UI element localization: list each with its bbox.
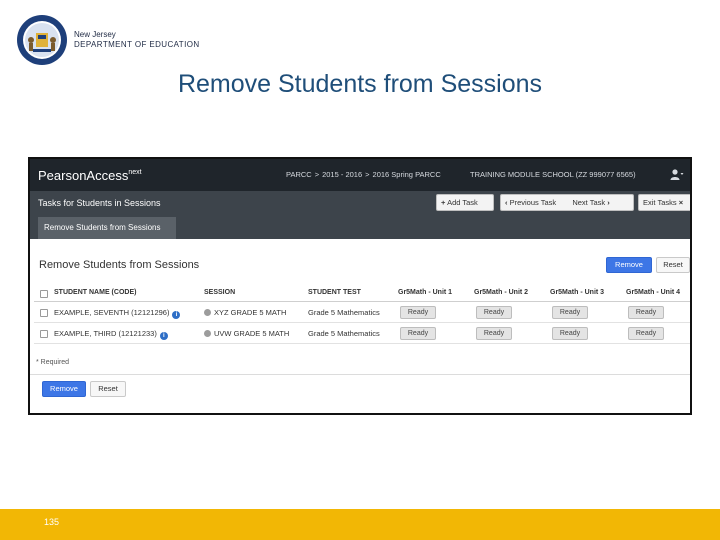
student-test-cell: Grade 5 Mathematics [308, 308, 380, 317]
unit-status-badge: Ready [552, 327, 588, 340]
org-state: New Jersey [74, 30, 116, 39]
chevron-right-icon: › [607, 198, 610, 207]
app-logo-sup: next [128, 168, 142, 176]
required-note: * Required [36, 359, 70, 366]
breadcrumb-separator: > [314, 170, 320, 179]
task-nav-group: ‹ Previous Task Next Task › [500, 194, 634, 211]
unit-status-badge: Ready [476, 327, 512, 340]
divider [30, 374, 690, 375]
tab-remove-students[interactable]: Remove Students from Sessions [38, 217, 176, 239]
add-task-button[interactable]: + Add Task [436, 194, 494, 211]
exit-tasks-label: Exit Tasks [643, 198, 677, 207]
session-cell: XYZ GRADE 5 MATH [204, 308, 286, 317]
session-cell: UVW GRADE 5 MATH [204, 329, 289, 338]
next-task-label: Next Task [572, 198, 606, 207]
app-screenshot: PearsonAccessnext PARCC >2015 - 2016 >2016… [28, 157, 692, 415]
nj-seal-logo [17, 15, 67, 65]
breadcrumb-item[interactable]: 2015 - 2016 [322, 170, 362, 179]
previous-task-button[interactable]: ‹ Previous Task [505, 198, 556, 207]
bottom-reset-button[interactable]: Reset [90, 381, 126, 397]
column-header[interactable]: Gr5Math - Unit 1 [398, 289, 452, 296]
session-status-dot-icon [204, 330, 211, 337]
app-logo-text: PearsonAccess [38, 168, 129, 183]
panel-title: Remove Students from Sessions [39, 259, 200, 271]
unit-status-badge: Ready [552, 306, 588, 319]
tab-strip: Remove Students from Sessions [30, 215, 690, 239]
unit-status-badge: Ready [628, 306, 664, 319]
breadcrumb: PARCC >2015 - 2016 >2016 Spring PARCC [286, 170, 441, 179]
session-status-dot-icon [204, 309, 211, 316]
column-header[interactable]: SESSION [204, 289, 235, 296]
select-all-checkbox[interactable] [40, 290, 48, 298]
remove-button[interactable]: Remove [606, 257, 652, 273]
column-header[interactable]: Gr5Math - Unit 4 [626, 289, 680, 296]
student-name: EXAMPLE, THIRD (12121233) [54, 329, 157, 338]
task-bar-title: Tasks for Students in Sessions [38, 198, 161, 208]
exit-tasks-button[interactable]: Exit Tasks × [638, 194, 690, 211]
unit-status-badge: Ready [400, 306, 436, 319]
org-department: DEPARTMENT OF EDUCATION [74, 40, 200, 49]
breadcrumb-item[interactable]: PARCC [286, 170, 312, 179]
close-icon: × [678, 198, 684, 207]
info-icon[interactable]: i [159, 332, 168, 340]
unit-status-badge: Ready [400, 327, 436, 340]
unit-status-badge: Ready [628, 327, 664, 340]
info-icon[interactable]: i [172, 311, 181, 319]
column-header[interactable]: Gr5Math - Unit 2 [474, 289, 528, 296]
previous-task-label: Previous Task [509, 198, 557, 207]
breadcrumb-item[interactable]: 2016 Spring PARCC [373, 170, 441, 179]
task-bar: Tasks for Students in Sessions + Add Tas… [30, 191, 690, 215]
column-header[interactable]: STUDENT TEST [308, 289, 361, 296]
student-test-cell: Grade 5 Mathematics [308, 329, 380, 338]
app-top-bar: PearsonAccessnext PARCC >2015 - 2016 >2016… [30, 159, 690, 191]
slide-footer: 135 [0, 509, 720, 540]
app-logo[interactable]: PearsonAccessnext [38, 168, 142, 183]
table-row: EXAMPLE, SEVENTH (12121296) i XYZ GRADE 5… [34, 303, 690, 323]
reset-button[interactable]: Reset [656, 257, 690, 273]
main-panel: Remove Students from Sessions Remove Res… [30, 239, 690, 413]
row-checkbox[interactable] [40, 330, 48, 338]
unit-status-badge: Ready [476, 306, 512, 319]
slide-title: Remove Students from Sessions [177, 70, 543, 98]
student-name-cell: EXAMPLE, THIRD (12121233) i [54, 329, 168, 340]
session-name: XYZ GRADE 5 MATH [214, 308, 287, 317]
breadcrumb-separator: > [365, 170, 370, 179]
table-header: STUDENT NAME (CODE) SESSION STUDENT TEST… [34, 285, 690, 302]
column-header[interactable]: STUDENT NAME (CODE) [54, 289, 136, 296]
add-task-label: Add Task [447, 198, 478, 207]
add-icon: + [441, 198, 446, 207]
next-task-button[interactable]: Next Task › [572, 198, 609, 207]
session-name: UVW GRADE 5 MATH [214, 329, 290, 338]
student-name: EXAMPLE, SEVENTH (12121296) [54, 308, 170, 317]
organization-name: New Jersey DEPARTMENT OF EDUCATION [74, 30, 200, 50]
row-checkbox[interactable] [40, 309, 48, 317]
chevron-left-icon: ‹ [505, 198, 508, 207]
user-icon[interactable] [670, 168, 684, 182]
page-number: 135 [44, 517, 60, 527]
column-header[interactable]: Gr5Math - Unit 3 [550, 289, 604, 296]
school-selector[interactable]: TRAINING MODULE SCHOOL (ZZ 999077 6565) [470, 170, 636, 179]
bottom-remove-button[interactable]: Remove [42, 381, 86, 397]
student-name-cell: EXAMPLE, SEVENTH (12121296) i [54, 308, 181, 319]
table-row: EXAMPLE, THIRD (12121233) i UVW GRADE 5 M… [34, 324, 690, 344]
